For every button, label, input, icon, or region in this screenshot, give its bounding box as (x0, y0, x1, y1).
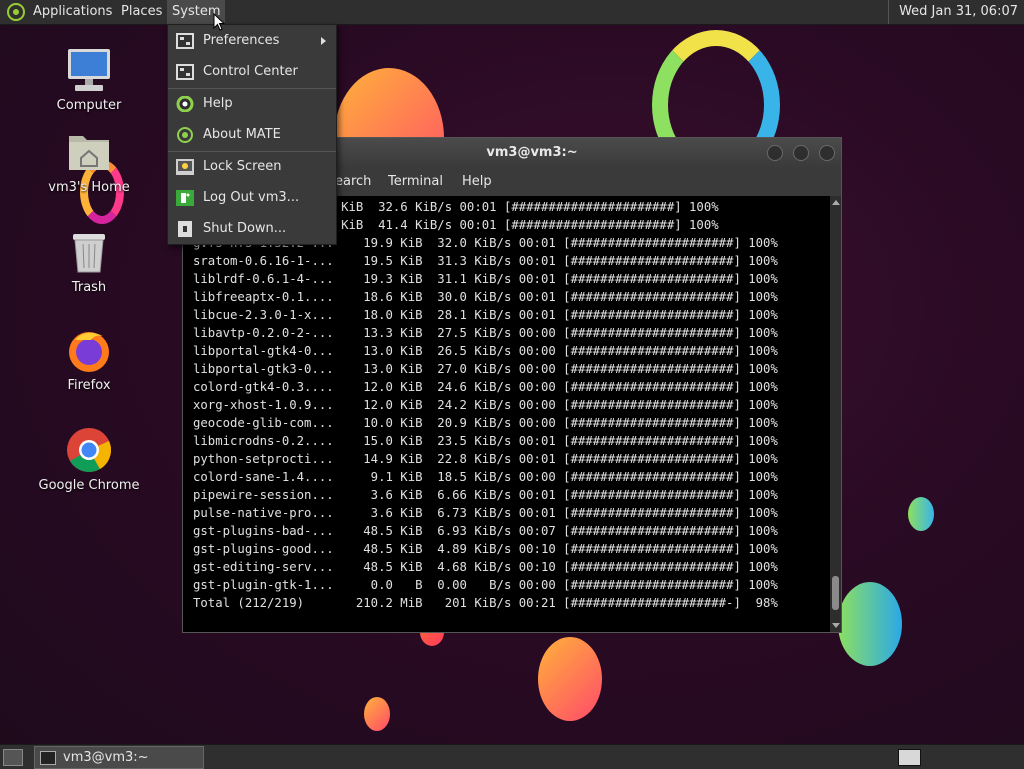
scroll-up-icon[interactable] (832, 200, 840, 205)
terminal-line: libfreeaptx-0.1.... 18.6 KiB 30.0 KiB/s … (193, 290, 778, 304)
terminal-line: libcue-2.3.0-1-x... 18.0 KiB 28.1 KiB/s … (193, 308, 778, 322)
menu-item-label: Control Center (203, 64, 298, 79)
control-center-icon (176, 64, 194, 80)
menu-item-label: Log Out vm3... (203, 190, 300, 205)
terminal-line: pipewire-session... 3.6 KiB 6.66 KiB/s 0… (193, 488, 778, 502)
trash-icon (65, 228, 113, 276)
clock[interactable]: Wed Jan 31, 06:07 (888, 0, 1024, 24)
desktop-icon-trash[interactable]: Trash (34, 228, 144, 295)
bottom-panel: vm3@vm3:~ (0, 744, 1024, 769)
close-button[interactable] (819, 145, 835, 161)
places-menu[interactable]: Places (116, 0, 167, 24)
workspace-switcher[interactable] (898, 749, 921, 766)
terminal-line: gst-editing-serv... 48.5 KiB 4.68 KiB/s … (193, 560, 778, 574)
terminal-line: libportal-gtk4-0... 13.0 KiB 26.5 KiB/s … (193, 344, 778, 358)
menu-item-help[interactable]: Help (168, 89, 336, 119)
system-dropdown-menu: Preferences Control Center Help About MA… (167, 24, 337, 245)
logout-icon (176, 190, 194, 206)
terminal-line: libavtp-0.2.0-2-... 13.3 KiB 27.5 KiB/s … (193, 326, 778, 340)
terminal-line: gst-plugin-gtk-1... 0.0 B 0.00 B/s 00:00… (193, 578, 778, 592)
terminal-output[interactable]: ........... 20.6 KiB 32.6 KiB/s 00:01 [#… (183, 196, 829, 632)
terminal-scrollbar[interactable] (830, 196, 841, 632)
applications-menu[interactable]: Applications (28, 0, 117, 24)
scroll-down-icon[interactable] (832, 623, 840, 628)
menu-help[interactable]: Help (462, 168, 492, 196)
maximize-button[interactable] (793, 145, 809, 161)
home-folder-icon (65, 128, 113, 176)
wallpaper-shape (908, 497, 934, 531)
top-panel: Applications Places System Wed Jan 31, 0… (0, 0, 1024, 25)
desktop-icon-computer[interactable]: Computer (34, 46, 144, 113)
terminal-line: geocode-glib-com... 10.0 KiB 20.9 KiB/s … (193, 416, 778, 430)
mate-logo-icon[interactable] (7, 3, 25, 21)
desktop-icon-chrome[interactable]: Google Chrome (34, 426, 144, 493)
desktop-icon-home[interactable]: vm3's Home (34, 128, 144, 195)
menu-search[interactable]: earch (335, 168, 371, 196)
terminal-line: libportal-gtk3-0... 13.0 KiB 27.0 KiB/s … (193, 362, 778, 376)
terminal-line: python-setprocti... 14.9 KiB 22.8 KiB/s … (193, 452, 778, 466)
terminal-line: libmicrodns-0.2.... 15.0 KiB 23.5 KiB/s … (193, 434, 778, 448)
desktop-icon-label: Google Chrome (38, 478, 140, 493)
menu-item-about-mate[interactable]: About MATE (168, 120, 336, 150)
computer-icon (65, 46, 113, 94)
terminal-line: gst-plugins-good... 48.5 KiB 4.89 KiB/s … (193, 542, 778, 556)
terminal-line: gst-plugins-bad-... 48.5 KiB 6.93 KiB/s … (193, 524, 778, 538)
menu-item-preferences[interactable]: Preferences (168, 26, 336, 56)
mouse-pointer-icon (213, 13, 225, 31)
desktop-icon-label: Trash (71, 280, 107, 295)
terminal-line: pulse-native-pro... 3.6 KiB 6.73 KiB/s 0… (193, 506, 778, 520)
taskbar-label: vm3@vm3:~ (63, 750, 149, 765)
terminal-line: Total (212/219) 210.2 MiB 201 KiB/s 00:2… (193, 596, 778, 610)
taskbar-button-terminal[interactable]: vm3@vm3:~ (34, 746, 204, 769)
preferences-icon (176, 33, 194, 49)
firefox-icon (65, 326, 113, 374)
wallpaper-shape (838, 582, 902, 666)
wallpaper-shape (538, 637, 602, 721)
scrollbar-thumb[interactable] (832, 576, 839, 610)
menu-terminal[interactable]: Terminal (388, 168, 443, 196)
help-icon (176, 96, 194, 112)
lock-icon (176, 159, 194, 175)
menu-item-shut-down[interactable]: Shut Down... (168, 214, 336, 244)
minimize-button[interactable] (767, 145, 783, 161)
terminal-line: colord-sane-1.4.... 9.1 KiB 18.5 KiB/s 0… (193, 470, 778, 484)
terminal-line: liblrdf-0.6.1-4-... 19.3 KiB 31.1 KiB/s … (193, 272, 778, 286)
chrome-icon (65, 426, 113, 474)
terminal-line: colord-gtk4-0.3.... 12.0 KiB 24.6 KiB/s … (193, 380, 778, 394)
menu-item-control-center[interactable]: Control Center (168, 57, 336, 87)
menu-item-log-out[interactable]: Log Out vm3... (168, 183, 336, 213)
menu-item-label: Shut Down... (203, 221, 287, 236)
mate-icon (177, 127, 193, 143)
desktop-icon-label: vm3's Home (48, 180, 130, 195)
desktop-icon-firefox[interactable]: Firefox (34, 326, 144, 393)
show-desktop-icon[interactable] (3, 749, 23, 766)
menu-item-label: Lock Screen (203, 159, 282, 174)
menu-item-label: Help (203, 96, 233, 111)
shutdown-icon (178, 221, 192, 237)
terminal-line: xorg-xhost-1.0.9... 12.0 KiB 24.2 KiB/s … (193, 398, 778, 412)
submenu-arrow-icon (321, 37, 326, 45)
desktop-icon-label: Firefox (67, 378, 111, 393)
menu-item-label: About MATE (203, 127, 281, 142)
desktop-icon-label: Computer (56, 98, 122, 113)
terminal-line: sratom-0.6.16-1-... 19.5 KiB 31.3 KiB/s … (193, 254, 778, 268)
wallpaper-shape (364, 697, 390, 731)
menu-item-lock-screen[interactable]: Lock Screen (168, 152, 336, 182)
terminal-icon (40, 751, 56, 765)
